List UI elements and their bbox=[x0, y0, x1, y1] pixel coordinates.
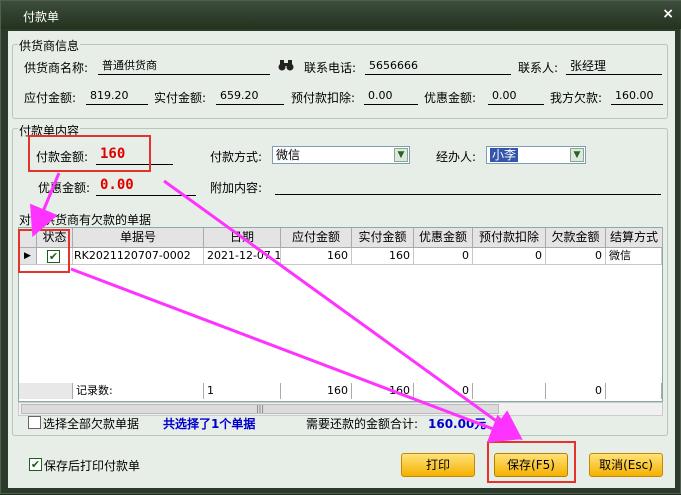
grid-header-date[interactable]: 日期 bbox=[204, 228, 281, 248]
phone-label: 联系电话: bbox=[304, 61, 357, 75]
binoculars-icon[interactable] bbox=[278, 58, 294, 76]
footer-discount: 0 bbox=[414, 383, 473, 399]
prepay-field: 0.00 bbox=[364, 88, 418, 105]
dialog-body: 供货商信息 供货商名称: 普通供货商 联系电话: 5656666 联系人: 张经… bbox=[8, 31, 675, 488]
grid-header-paid[interactable]: 实付金额 bbox=[352, 228, 414, 248]
select-all-checkbox[interactable] bbox=[28, 416, 41, 429]
supplier-name-field[interactable]: 普通供货商 bbox=[98, 58, 270, 75]
row-paid: 160 bbox=[352, 248, 414, 264]
grid-header-discount[interactable]: 优惠金额 bbox=[414, 228, 473, 248]
owed-label: 我方欠款: bbox=[550, 91, 603, 105]
row-doc-no: RK2021120707-0002 bbox=[73, 248, 204, 264]
grid-header-payable[interactable]: 应付金额 bbox=[281, 228, 352, 248]
footer-count-label: 记录数: bbox=[73, 383, 204, 399]
footer-payable: 160 bbox=[281, 383, 352, 399]
row-prepay: 0 bbox=[473, 248, 546, 264]
title-bar: 付款单 × bbox=[1, 1, 681, 29]
pay-discount-label: 优惠金额: bbox=[38, 181, 91, 195]
discount-field: 0.00 bbox=[488, 88, 544, 105]
footer-paid: 160 bbox=[352, 383, 414, 399]
total-value: 160.00元 bbox=[428, 417, 487, 431]
row-payable: 160 bbox=[281, 248, 352, 264]
supplier-name-label: 供货商名称: bbox=[24, 61, 89, 75]
row-date: 2021-12-07 11 bbox=[204, 248, 281, 264]
window-title: 付款单 bbox=[23, 10, 60, 24]
footer-method bbox=[606, 383, 662, 399]
payable-label: 应付金额: bbox=[24, 91, 77, 105]
footer-blank bbox=[19, 383, 73, 399]
footer-count: 1 bbox=[204, 383, 281, 399]
grid-header-owed[interactable]: 欠款金额 bbox=[546, 228, 606, 248]
row-method: 微信 bbox=[606, 248, 662, 264]
extra-field[interactable] bbox=[275, 178, 661, 195]
pay-method-select[interactable]: 微信 ▼ bbox=[272, 146, 410, 164]
pay-discount-field[interactable]: 0.00 bbox=[96, 176, 196, 196]
highlight-pay-amount bbox=[28, 135, 151, 172]
supplier-group bbox=[12, 44, 668, 119]
grid-horizontal-scrollbar[interactable]: ||| bbox=[18, 402, 663, 416]
prepay-label: 预付款扣除: bbox=[291, 91, 356, 105]
close-icon[interactable]: × bbox=[662, 6, 674, 22]
chevron-down-icon[interactable]: ▼ bbox=[394, 148, 408, 162]
contact-label: 联系人: bbox=[518, 61, 559, 75]
pay-method-label: 付款方式: bbox=[210, 150, 263, 164]
handler-select[interactable]: 小李 ▼ bbox=[486, 146, 586, 164]
grid-header-doc-no[interactable]: 单据号 bbox=[73, 228, 204, 248]
scrollbar-thumb[interactable]: ||| bbox=[21, 404, 499, 414]
print-after-save-checkbox[interactable]: ✔ bbox=[29, 458, 42, 471]
discount-label: 优惠金额: bbox=[424, 91, 477, 105]
footer-owed: 0 bbox=[546, 383, 606, 399]
handler-label: 经办人: bbox=[436, 150, 477, 164]
footer-prepay bbox=[473, 383, 546, 399]
select-all-label[interactable]: 选择全部欠款单据 bbox=[43, 415, 139, 432]
selected-count-text: 共选择了1个单据 bbox=[163, 417, 256, 431]
grid-header-prepay[interactable]: 预付款扣除 bbox=[473, 228, 546, 248]
print-button[interactable]: 打印 bbox=[401, 453, 475, 477]
payment-window: 付款单 × 供货商信息 供货商名称: 普通供货商 联系电话: 5656666 联… bbox=[0, 0, 681, 494]
owed-field: 160.00 bbox=[611, 88, 663, 105]
row-owed: 0 bbox=[546, 248, 606, 264]
pay-method-value: 微信 bbox=[276, 148, 301, 162]
grid-title: 对该供货商有欠款的单据 bbox=[18, 211, 153, 228]
cancel-button[interactable]: 取消(Esc) bbox=[589, 453, 663, 477]
payable-field: 819.20 bbox=[86, 88, 148, 105]
grid-header-method[interactable]: 结算方式 bbox=[606, 228, 663, 248]
supplier-group-title: 供货商信息 bbox=[18, 37, 81, 54]
total-label: 需要还款的金额合计: bbox=[306, 417, 419, 431]
phone-field[interactable]: 5656666 bbox=[365, 58, 511, 75]
paid-label: 实付金额: bbox=[154, 91, 207, 105]
table-row[interactable]: ▶ ✔ RK2021120707-0002 2021-12-07 11 160 … bbox=[19, 248, 662, 265]
highlight-status-checkbox bbox=[18, 229, 70, 273]
contact-field[interactable]: 张经理 bbox=[566, 58, 662, 75]
bills-grid: 状态 单据号 日期 应付金额 实付金额 优惠金额 预付款扣除 欠款金额 结算方式… bbox=[18, 227, 663, 402]
paid-field: 659.20 bbox=[216, 88, 284, 105]
handler-value: 小李 bbox=[490, 148, 519, 162]
chevron-down-icon[interactable]: ▼ bbox=[570, 148, 584, 162]
extra-label: 附加内容: bbox=[210, 181, 263, 195]
row-discount: 0 bbox=[414, 248, 473, 264]
highlight-save-button bbox=[487, 441, 576, 483]
print-after-save-label[interactable]: 保存后打印付款单 bbox=[44, 457, 140, 474]
